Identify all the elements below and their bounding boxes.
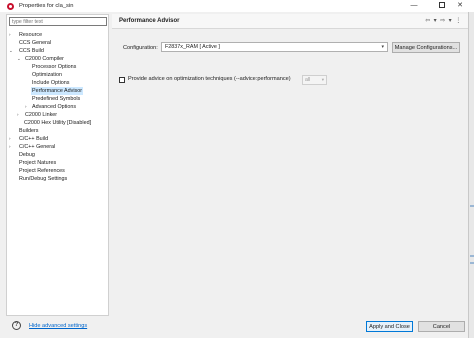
help-icon[interactable]: ?: [12, 321, 21, 330]
tree-item-performance-advisor[interactable]: Performance Advisor: [31, 87, 84, 95]
tree-item-builders[interactable]: Builders: [9, 127, 39, 135]
tree-item-project-natures[interactable]: Project Natures: [9, 159, 57, 167]
tree-item-c2000-compiler[interactable]: ⌄ C2000 Compiler: [17, 55, 65, 63]
tree-item-advanced-options[interactable]: › Advanced Options: [25, 103, 77, 111]
chevron-down-icon[interactable]: ⌄: [9, 47, 13, 55]
background-marker: [470, 262, 474, 264]
configuration-label: Configuration:: [123, 45, 158, 51]
configuration-select[interactable]: F2837x_RAM [ Active ] ▾: [161, 42, 388, 52]
close-button[interactable]: ✕: [446, 0, 474, 12]
configuration-value: F2837x_RAM [ Active ]: [165, 44, 220, 50]
provide-advice-checkbox[interactable]: [119, 77, 125, 83]
advice-level-value: all: [305, 77, 311, 83]
tree-item-include-options[interactable]: Include Options: [31, 79, 70, 87]
page-navigation-arrows[interactable]: ⇦ ▾ ⇨ ▾ ⋮: [425, 18, 462, 24]
background-window-edge: [468, 12, 474, 338]
tree-item-cpp-general[interactable]: › C/C++ General: [9, 143, 56, 151]
filter-input[interactable]: [9, 17, 107, 26]
chevron-down-icon: ▾: [381, 44, 384, 50]
chevron-right-icon[interactable]: ›: [9, 31, 11, 39]
tree-item-ccs-build[interactable]: ⌄ CCS Build: [9, 47, 45, 55]
tree-item-predefined-symbols[interactable]: Predefined Symbols: [31, 95, 81, 103]
minimize-button[interactable]: —: [400, 0, 428, 12]
tree-item-optimization[interactable]: Optimization: [31, 71, 63, 79]
chevron-right-icon[interactable]: ›: [25, 103, 27, 111]
dialog-footer: ? Hide advanced settings Apply and Close…: [0, 316, 474, 338]
manage-configurations-button[interactable]: Manage Configurations...: [392, 42, 460, 53]
hide-advanced-settings-link[interactable]: Hide advanced settings: [29, 323, 87, 329]
tree-item-c2000-linker[interactable]: › C2000 Linker: [17, 111, 58, 119]
tree-item-cpp-build[interactable]: › C/C++ Build: [9, 135, 49, 143]
chevron-right-icon[interactable]: ›: [9, 135, 11, 143]
page-title: Performance Advisor: [119, 18, 180, 24]
app-icon: [7, 3, 14, 10]
tree-item-run-debug-settings[interactable]: Run/Debug Settings: [9, 175, 68, 183]
tree-item-c2000-hex-utility[interactable]: C2000 Hex Utility [Disabled]: [23, 119, 92, 127]
cancel-button[interactable]: Cancel: [418, 321, 465, 332]
chevron-down-icon: ▾: [321, 77, 324, 82]
tree-item-resource[interactable]: › Resource: [9, 31, 43, 39]
background-marker: [470, 205, 474, 207]
chevron-right-icon[interactable]: ›: [17, 111, 19, 119]
window-title: Properties for cla_sin: [19, 2, 74, 9]
tree-item-processor-options[interactable]: Processor Options: [31, 63, 77, 71]
chevron-down-icon[interactable]: ⌄: [17, 55, 21, 63]
tree-item-debug[interactable]: Debug: [9, 151, 36, 159]
title-bar: Properties for cla_sin — ✕: [0, 0, 474, 12]
property-tree-panel: ›Resource CCS General ⌄CCS Build ⌄C2000 …: [6, 14, 109, 316]
apply-and-close-button[interactable]: Apply and Close: [366, 321, 413, 332]
maximize-icon: [439, 2, 445, 9]
property-page: Performance Advisor ⇦ ▾ ⇨ ▾ ⋮ Configurat…: [112, 14, 468, 316]
properties-dialog: Properties for cla_sin — ✕ ›Resource CCS…: [0, 0, 474, 338]
background-marker: [470, 255, 474, 257]
tree-item-project-references[interactable]: Project References: [9, 167, 66, 175]
tree-item-ccs-general[interactable]: CCS General: [9, 39, 52, 47]
advice-level-select[interactable]: all ▾: [302, 75, 327, 85]
provide-advice-label: Provide advice on optimization technique…: [128, 76, 291, 82]
page-header: Performance Advisor ⇦ ▾ ⇨ ▾ ⋮: [112, 14, 468, 29]
chevron-right-icon[interactable]: ›: [9, 143, 11, 151]
